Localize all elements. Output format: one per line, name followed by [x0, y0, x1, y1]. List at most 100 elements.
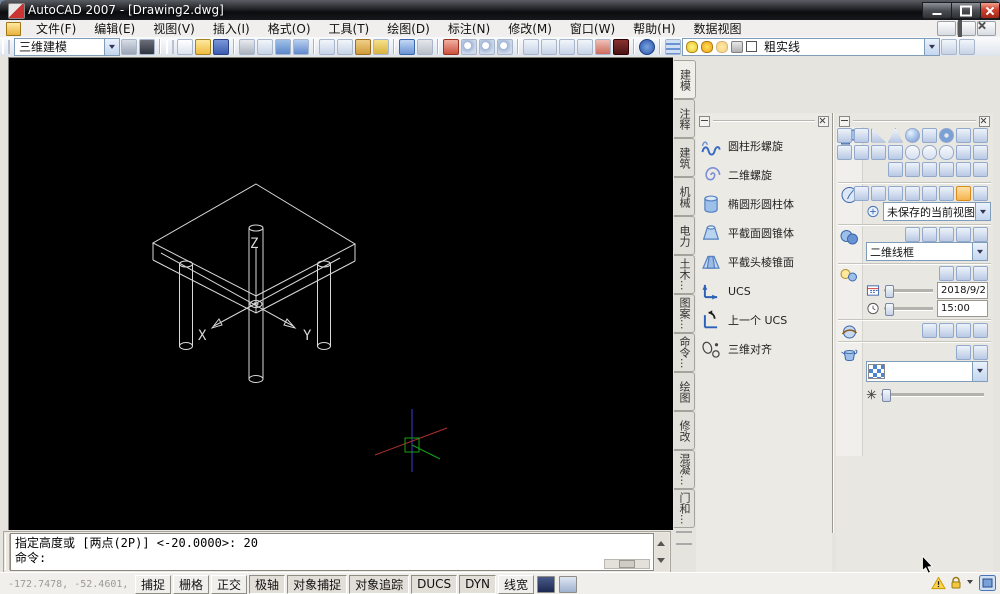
- palette-item-frustum-pyramid[interactable]: 平截头棱锥面: [700, 249, 830, 275]
- create-light-icon[interactable]: [939, 265, 954, 281]
- visual-style-dropdown[interactable]: 二维线框: [866, 242, 988, 261]
- menu-tools[interactable]: 工具(T): [320, 19, 379, 38]
- minimize-button[interactable]: [922, 2, 952, 19]
- markup-set-manager-icon[interactable]: [595, 38, 611, 55]
- revolve-icon[interactable]: [854, 144, 869, 160]
- opacity-slider[interactable]: [881, 388, 984, 402]
- attach-material-icon[interactable]: [973, 344, 988, 360]
- lock-icon[interactable]: [949, 576, 963, 590]
- palette-tab-civil[interactable]: 土木...: [674, 255, 695, 294]
- plot-icon[interactable]: [239, 38, 255, 55]
- intersect-icon[interactable]: [939, 144, 954, 160]
- render-region-icon[interactable]: [939, 322, 954, 338]
- light-list-icon[interactable]: [973, 265, 988, 281]
- scroll-up-icon[interactable]: [657, 537, 665, 546]
- 3d-rotate-icon[interactable]: [973, 144, 988, 160]
- opacity-icon[interactable]: [866, 388, 877, 401]
- palette-tab-architecture[interactable]: 建筑: [674, 138, 695, 177]
- quickcalc-icon[interactable]: [613, 38, 629, 55]
- layer-thaw-sun-icon[interactable]: [701, 40, 713, 53]
- advanced-render-settings-icon[interactable]: [973, 322, 988, 338]
- palette-tab-overflow[interactable]: [676, 531, 692, 545]
- sun-status-icon[interactable]: [956, 265, 971, 281]
- zoom-previous-icon[interactable]: [497, 38, 513, 55]
- layer-viewport-freeze-icon[interactable]: [716, 40, 728, 53]
- maximize-button[interactable]: [951, 2, 981, 19]
- polar-toggle[interactable]: 极轴: [249, 574, 286, 594]
- layer-on-bulb-icon[interactable]: [686, 40, 698, 53]
- menu-dataview[interactable]: 数据视图: [685, 19, 751, 38]
- command-hscrollbar[interactable]: [604, 559, 650, 569]
- menu-format[interactable]: 格式(O): [259, 19, 320, 38]
- match-properties-icon[interactable]: [373, 38, 389, 55]
- lineweight-toggle[interactable]: 线宽: [498, 574, 535, 594]
- chevron-down-icon[interactable]: [972, 243, 987, 260]
- paste-icon[interactable]: [355, 38, 371, 55]
- layer-previous-icon[interactable]: [959, 38, 975, 55]
- realistic-style-icon[interactable]: [956, 226, 971, 242]
- command-scrollbar[interactable]: [655, 533, 669, 571]
- pyramid-icon[interactable]: [854, 127, 869, 143]
- toolbar-grip[interactable]: [166, 39, 174, 54]
- scroll-down-icon[interactable]: [657, 558, 665, 567]
- clean-screen-icon[interactable]: [979, 575, 996, 591]
- wedge-icon[interactable]: [871, 127, 886, 143]
- mdi-close-button[interactable]: [977, 21, 996, 36]
- layer-dropdown[interactable]: 粗实线: [682, 37, 940, 56]
- extrude-icon[interactable]: [956, 127, 971, 143]
- palette-item-frustum-cone[interactable]: 平截面圆锥体: [700, 220, 830, 246]
- chevron-down-icon[interactable]: [924, 38, 939, 55]
- menu-view[interactable]: 视图(V): [144, 19, 204, 38]
- copy-icon[interactable]: [337, 38, 353, 55]
- command-text-area[interactable]: 指定高度或 [两点(2P)] <-20.0000>: 20 命令:: [10, 533, 654, 571]
- close-button[interactable]: [980, 2, 1000, 19]
- sweep-icon[interactable]: [973, 127, 988, 143]
- menu-edit[interactable]: 编辑(E): [85, 19, 144, 38]
- save-icon[interactable]: [213, 38, 229, 55]
- workspace-settings-icon[interactable]: [121, 38, 137, 55]
- menu-file[interactable]: 文件(F): [27, 19, 85, 38]
- palette-item-3d-align[interactable]: 三维对齐: [700, 336, 830, 362]
- time-value[interactable]: 15:00: [937, 300, 988, 317]
- boolean-intersect-icon[interactable]: [939, 161, 954, 177]
- palette-item-ucs[interactable]: UCS: [700, 278, 830, 304]
- date-slider[interactable]: [884, 284, 933, 298]
- help-icon[interactable]: [639, 38, 655, 55]
- menu-dimension[interactable]: 标注(N): [439, 19, 499, 38]
- sheet-set-manager-icon[interactable]: [577, 38, 593, 55]
- zoom-realtime-icon[interactable]: [461, 38, 477, 55]
- zoom-window-icon[interactable]: [479, 38, 495, 55]
- drawing-file-icon[interactable]: [6, 21, 21, 36]
- palette-item-ucs-previous[interactable]: 上一个 UCS: [700, 307, 830, 333]
- cylinder-icon[interactable]: [922, 127, 937, 143]
- palette-tab-annotation[interactable]: 注释: [674, 99, 695, 138]
- osnap-toggle[interactable]: 对象捕捉: [287, 574, 348, 594]
- model-tab-icon[interactable]: [537, 575, 556, 593]
- dashboard-minimize-icon[interactable]: [839, 115, 850, 127]
- drawing-canvas[interactable]: X Y Z: [8, 57, 673, 530]
- convert-to-surface-icon[interactable]: [973, 161, 988, 177]
- redo-icon[interactable]: [417, 38, 433, 55]
- date-value[interactable]: 2018/9/2: [937, 282, 988, 299]
- subtract-icon[interactable]: [922, 144, 937, 160]
- grid-toggle[interactable]: 栅格: [173, 574, 210, 594]
- cut-icon[interactable]: [319, 38, 335, 55]
- warning-icon[interactable]: [931, 576, 946, 590]
- restore-view-icon[interactable]: [866, 205, 880, 218]
- box-icon[interactable]: [837, 127, 852, 143]
- view-dropdown[interactable]: 未保存的当前视图: [883, 202, 991, 221]
- menu-insert[interactable]: 插入(I): [204, 19, 259, 38]
- dyn-toggle[interactable]: DYN: [459, 574, 497, 594]
- chevron-down-icon[interactable]: [972, 361, 987, 381]
- dashboard-close-icon[interactable]: [979, 115, 990, 127]
- palette-tab-command[interactable]: 命令...: [674, 333, 695, 372]
- thicken-icon[interactable]: [956, 161, 971, 177]
- 3d-hidden-style-icon[interactable]: [939, 226, 954, 242]
- otrack-toggle[interactable]: 对象追踪: [349, 574, 410, 594]
- render-window-icon[interactable]: [922, 322, 937, 338]
- title-bar[interactable]: AutoCAD 2007 - [Drawing2.dwg]: [0, 0, 1000, 20]
- time-slider[interactable]: [884, 302, 933, 316]
- layer-lock-icon[interactable]: [731, 40, 743, 53]
- slice-icon[interactable]: [888, 144, 903, 160]
- designcenter-icon[interactable]: [541, 38, 557, 55]
